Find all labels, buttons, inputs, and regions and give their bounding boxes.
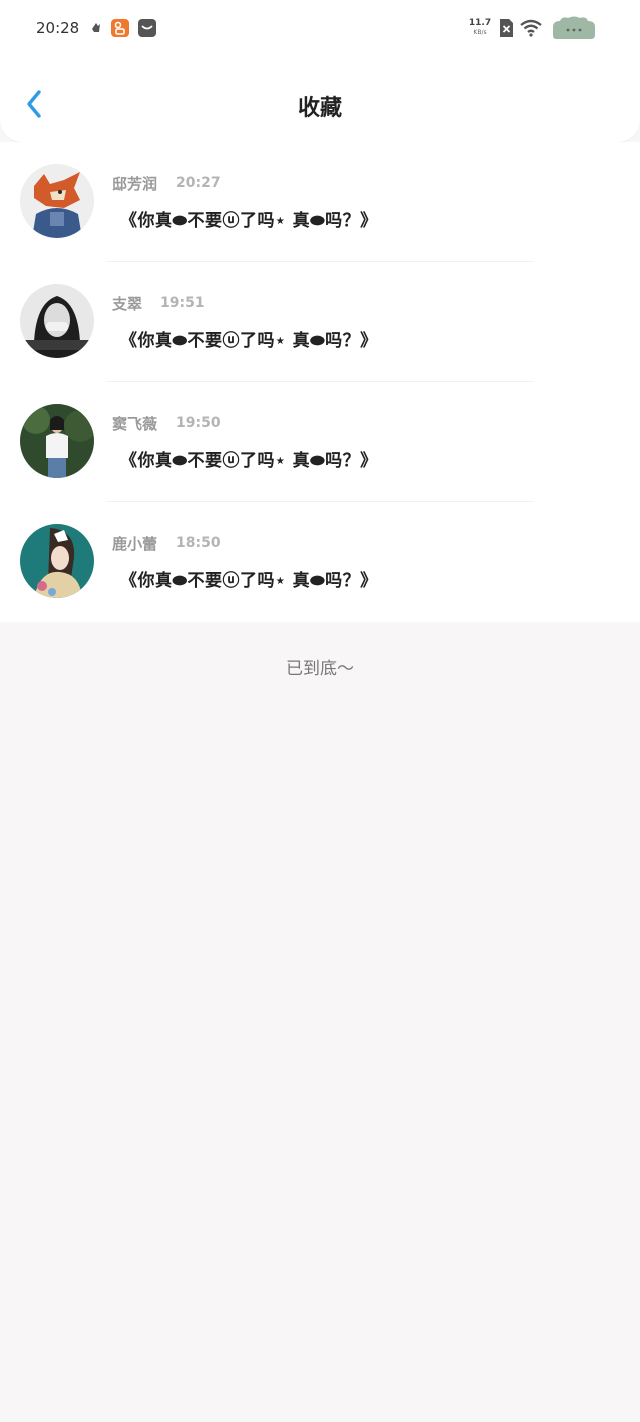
battery-icon <box>553 16 595 39</box>
net-speed-unit: KB/s <box>473 29 487 36</box>
message-text: 《你真⬬不要ⓤ了吗⋆ 真⬬吗？》 <box>120 571 378 591</box>
wifi-icon <box>520 19 542 37</box>
user-name: 窦飞薇 <box>112 415 158 433</box>
message-time: 19:50 <box>176 415 221 431</box>
header-bar: 收藏 <box>0 60 640 142</box>
avatar-girl-bw-image <box>20 284 94 358</box>
message-time: 18:50 <box>176 535 221 551</box>
app-orange-icon <box>111 19 129 37</box>
message-text: 《你真⬬不要ⓤ了吗⋆ 真⬬吗？》 <box>120 451 378 471</box>
avatar-girl-forest-image <box>20 404 94 478</box>
net-speed-value: 11.7 <box>468 18 492 28</box>
page-title: 收藏 <box>297 96 342 121</box>
status-bar: 20:28 11.7 KB/s <box>0 0 640 60</box>
message-text: 《你真⬬不要ⓤ了吗⋆ 真⬬吗？》 <box>120 211 378 231</box>
avatar[interactable] <box>20 524 94 598</box>
message-text: 《你真⬬不要ⓤ了吗⋆ 真⬬吗？》 <box>120 331 378 351</box>
list-item[interactable]: 支翠 19:51 《你真⬬不要ⓤ了吗⋆ 真⬬吗？》 <box>0 262 640 382</box>
end-of-list-text: 已到底～ <box>286 659 354 679</box>
list-item[interactable]: 窦飞薇 19:50 《你真⬬不要ⓤ了吗⋆ 真⬬吗？》 <box>0 382 640 502</box>
message-time: 20:27 <box>176 175 221 191</box>
user-name: 支翠 <box>112 295 143 313</box>
net-speed: 11.7 KB/s <box>468 18 492 38</box>
notification-icon <box>92 23 100 32</box>
avatar[interactable] <box>20 404 94 478</box>
avatar-illustration-image <box>20 524 94 598</box>
user-name: 邸芳润 <box>112 175 158 193</box>
favorites-list: 邸芳润 20:27 《你真⬬不要ⓤ了吗⋆ 真⬬吗？》 支翠 19:51 《你真⬬… <box>0 142 640 622</box>
avatar-fox-image <box>20 164 94 238</box>
avatar[interactable] <box>20 164 94 238</box>
avatar[interactable] <box>20 284 94 358</box>
status-time: 20:28 <box>36 19 80 37</box>
user-name: 鹿小蕾 <box>112 535 158 553</box>
list-item[interactable]: 邸芳润 20:27 《你真⬬不要ⓤ了吗⋆ 真⬬吗？》 <box>0 142 640 262</box>
no-sim-icon <box>500 19 513 37</box>
list-item[interactable]: 鹿小蕾 18:50 《你真⬬不要ⓤ了吗⋆ 真⬬吗？》 <box>0 502 640 622</box>
mail-icon <box>138 19 156 37</box>
message-time: 19:51 <box>160 295 205 311</box>
